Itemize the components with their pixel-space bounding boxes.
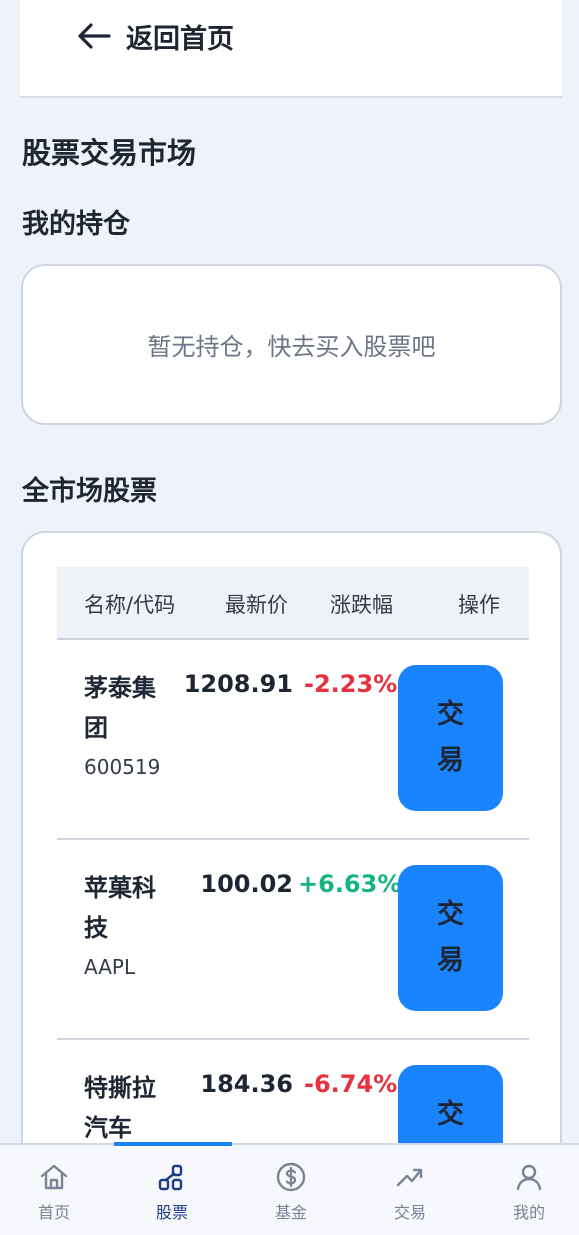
- trade-button-label: 交易: [437, 899, 464, 976]
- holdings-empty-text: 暂无持仓，快去买入股票吧: [147, 333, 436, 361]
- stock-change: -6.74%: [304, 1070, 398, 1098]
- table-row: 苹菓科技 AAPL 100.02 +6.63% 交易: [57, 840, 529, 1040]
- stock-name: 苹菓科技: [84, 874, 156, 942]
- tab-label: 首页: [37, 1203, 70, 1222]
- stock-code: 600519: [84, 755, 161, 779]
- stock-code: AAPL: [84, 955, 136, 979]
- trade-button[interactable]: 交易: [398, 865, 503, 1011]
- dollar-coin-icon: [275, 1161, 307, 1193]
- stock-price: 1208.91: [183, 670, 293, 698]
- trade-button-label: 交易: [437, 699, 464, 776]
- column-header-price: 最新价: [225, 593, 288, 617]
- stock-change: +6.63%: [298, 870, 402, 898]
- stock-name: 茅泰集团: [84, 674, 156, 742]
- tab-profile[interactable]: 我的: [471, 1145, 579, 1235]
- stock-price: 100.02: [200, 870, 293, 898]
- page-title: 股票交易市场: [22, 136, 197, 170]
- tab-trade[interactable]: 交易: [352, 1145, 468, 1235]
- stock-change: -2.23%: [304, 670, 398, 698]
- column-header-name: 名称/代码: [84, 593, 176, 617]
- holdings-title: 我的持仓: [22, 209, 130, 240]
- tab-stocks[interactable]: 股票: [114, 1145, 230, 1235]
- top-bar: 返回首页: [20, 0, 562, 98]
- tab-home[interactable]: 首页: [0, 1145, 112, 1235]
- holdings-empty-card: 暂无持仓，快去买入股票吧: [21, 264, 562, 425]
- column-header-change: 涨跌幅: [330, 593, 393, 617]
- stock-chart-icon: [156, 1161, 188, 1193]
- column-header-action: 操作: [458, 593, 500, 617]
- stock-price: 184.36: [200, 1070, 293, 1098]
- home-icon: [38, 1161, 70, 1193]
- tab-label: 股票: [155, 1203, 188, 1222]
- bottom-tab-bar: 首页 股票 基金 交易 我的: [0, 1142, 579, 1235]
- tab-funds[interactable]: 基金: [233, 1145, 349, 1235]
- back-button[interactable]: 返回首页: [76, 14, 234, 58]
- back-label: 返回首页: [126, 23, 234, 55]
- market-title: 全市场股票: [22, 476, 157, 507]
- table-row: 茅泰集团 600519 1208.91 -2.23% 交易: [57, 640, 529, 840]
- trend-icon: [394, 1161, 426, 1193]
- tab-label: 基金: [274, 1203, 307, 1222]
- user-icon: [513, 1161, 545, 1193]
- tab-label: 交易: [393, 1203, 426, 1222]
- arrow-left-icon: [76, 21, 112, 51]
- table-header: 名称/代码 最新价 涨跌幅 操作: [57, 567, 529, 640]
- trade-button[interactable]: 交易: [398, 665, 503, 811]
- market-table-card: 名称/代码 最新价 涨跌幅 操作 茅泰集团 600519 1208.91 -2.…: [21, 531, 562, 1171]
- stock-name: 特撕拉汽车: [84, 1074, 156, 1142]
- tab-label: 我的: [512, 1203, 545, 1222]
